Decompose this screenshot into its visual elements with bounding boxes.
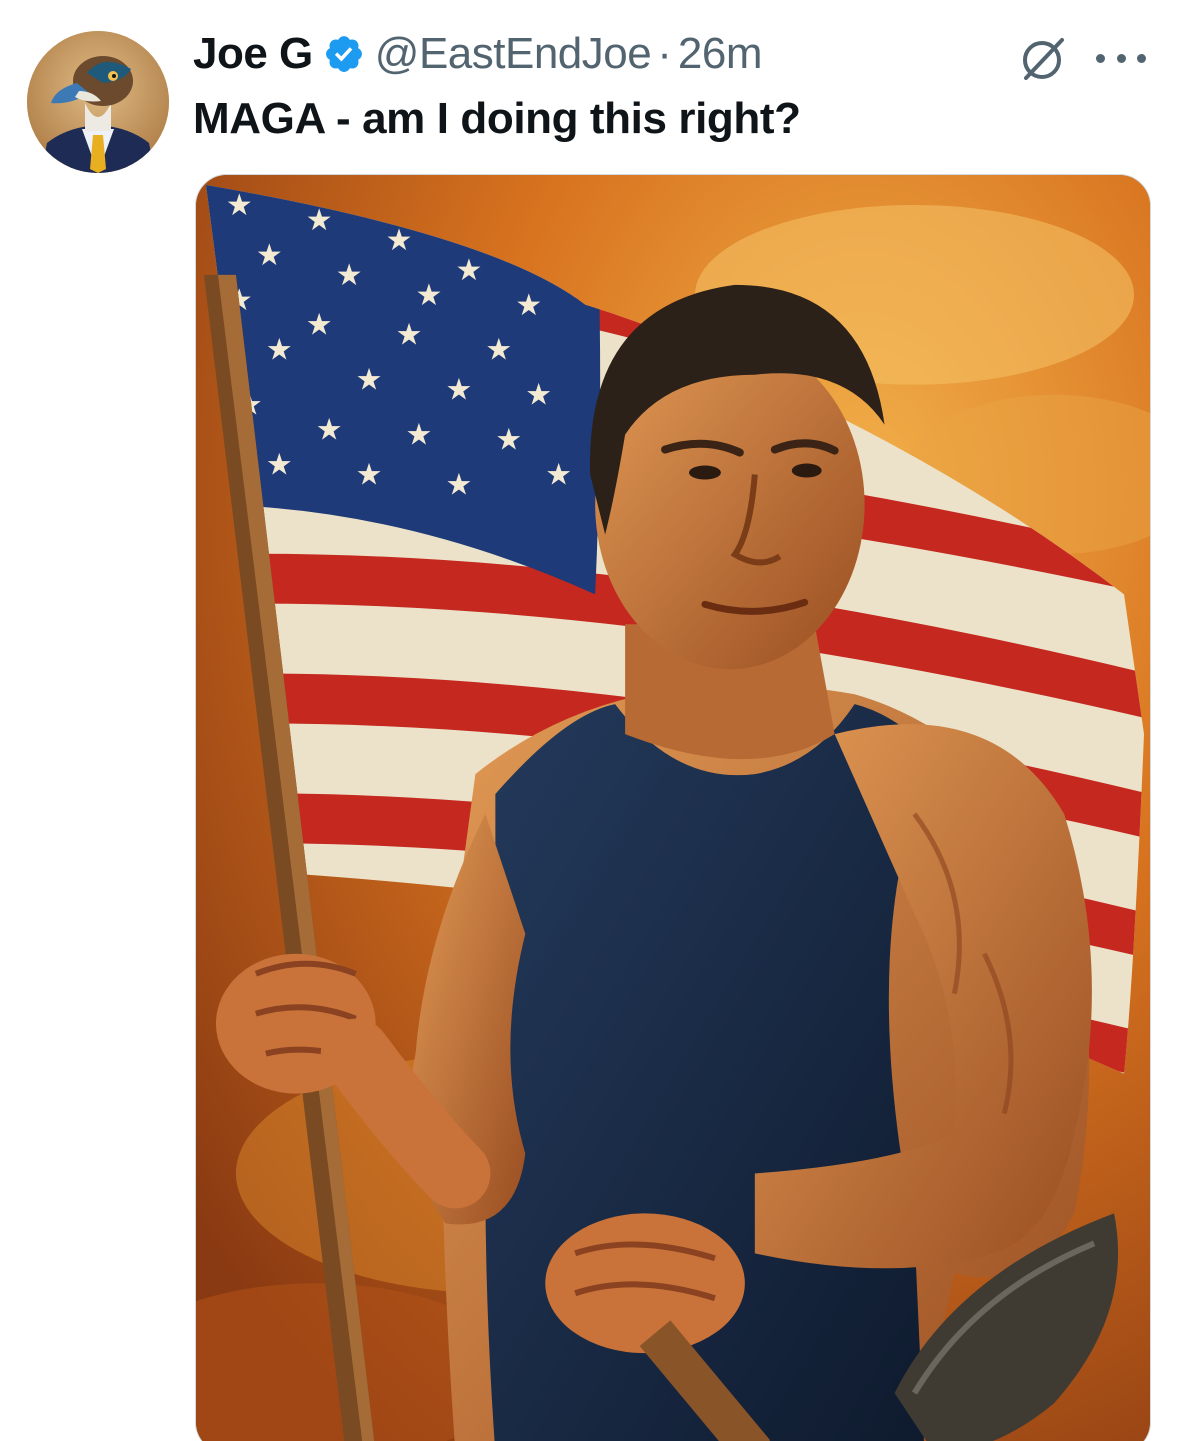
svg-text:★: ★ (445, 373, 472, 408)
svg-text:★: ★ (256, 238, 283, 273)
author-handle[interactable]: @EastEndJoe (375, 29, 652, 79)
tweet-media-image[interactable]: ★★★★ ★★★★ ★★★★ ★★★★ ★★★★ ★★★★ (195, 174, 1151, 1441)
svg-text:★: ★ (495, 423, 522, 458)
separator-dot: · (657, 29, 672, 78)
svg-text:★: ★ (356, 458, 383, 493)
svg-text:★: ★ (266, 448, 293, 483)
svg-text:★: ★ (416, 278, 443, 313)
verified-badge-icon[interactable] (323, 33, 365, 75)
flag-bearer-poster-image: ★★★★ ★★★★ ★★★★ ★★★★ ★★★★ ★★★★ (196, 175, 1150, 1441)
tweet-timestamp[interactable]: 26m (678, 29, 763, 79)
author-avatar[interactable] (27, 31, 169, 173)
svg-text:★: ★ (226, 188, 253, 223)
svg-text:★: ★ (515, 288, 542, 323)
svg-text:★: ★ (306, 308, 333, 343)
grok-icon[interactable] (1016, 30, 1072, 86)
tweet-text: MAGA - am I doing this right? (193, 94, 801, 143)
svg-text:★: ★ (266, 333, 293, 368)
tweet-header: Joe G @EastEndJoe · 26m (193, 26, 762, 82)
svg-text:★: ★ (316, 413, 343, 448)
svg-text:★: ★ (396, 318, 423, 353)
duck-avatar-icon (27, 31, 169, 173)
svg-text:★: ★ (455, 253, 482, 288)
svg-text:★: ★ (406, 418, 433, 453)
tweet[interactable]: Joe G @EastEndJoe · 26m MAGA - am I doin… (0, 0, 1179, 1441)
svg-text:★: ★ (485, 333, 512, 368)
svg-text:★: ★ (525, 378, 552, 413)
svg-text:★: ★ (545, 458, 572, 493)
svg-text:★: ★ (445, 467, 472, 502)
svg-text:★: ★ (336, 258, 363, 293)
author-display-name[interactable]: Joe G (193, 29, 313, 79)
more-options-icon[interactable] (1096, 51, 1146, 65)
svg-text:★: ★ (356, 363, 383, 398)
tweet-actions-top (1016, 30, 1146, 86)
